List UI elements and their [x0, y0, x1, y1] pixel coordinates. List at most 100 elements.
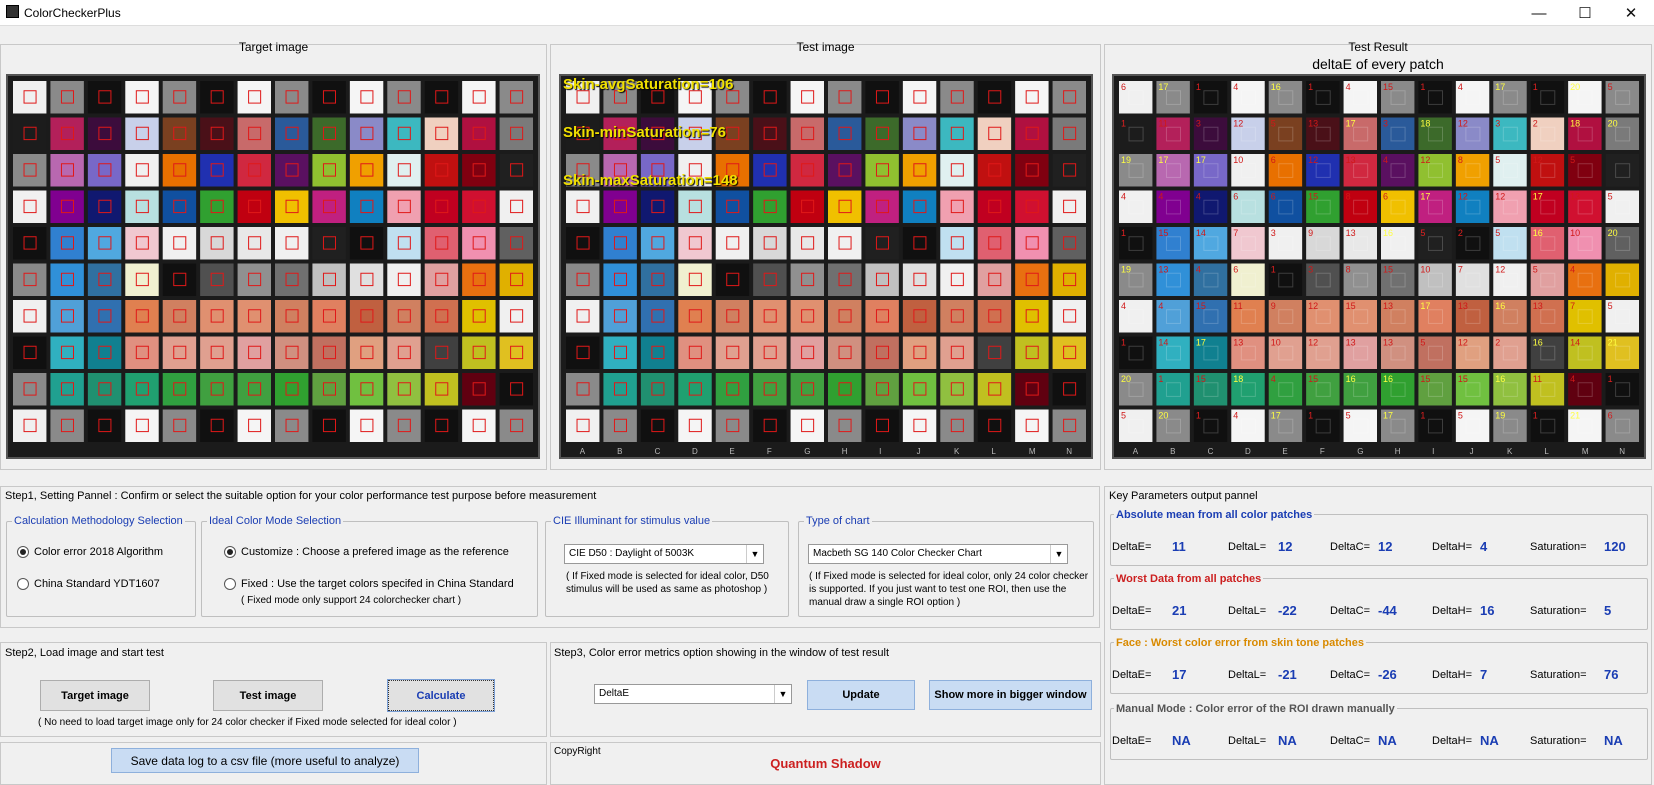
color-patch: [312, 373, 346, 406]
update-button[interactable]: Update: [807, 680, 915, 710]
kp-label-dc: DeltaC=: [1330, 541, 1371, 553]
color-patch: [125, 117, 159, 150]
color-patch: [865, 117, 899, 150]
color-patch: [162, 373, 197, 406]
calc-option-china[interactable]: China Standard YDT1607: [17, 578, 160, 591]
color-patch: [162, 409, 197, 442]
column-letter: M: [1582, 447, 1589, 456]
cie-select[interactable]: CIE D50 : Daylight of 5003K ▼: [564, 544, 764, 564]
color-patch: [977, 154, 1012, 187]
deltae-label: 9: [1308, 228, 1313, 238]
color-patch: [977, 117, 1012, 150]
deltae-label: 8: [1346, 265, 1351, 275]
deltae-label: 4: [1121, 192, 1126, 202]
show-more-button[interactable]: Show more in bigger window: [929, 680, 1092, 710]
color-patch: [200, 81, 234, 114]
color-patch: [566, 409, 600, 442]
deltae-label: 1: [1308, 411, 1313, 421]
radio-china[interactable]: [17, 578, 29, 591]
radio-customize[interactable]: [224, 546, 236, 559]
patch-inner: [1502, 236, 1518, 251]
color-patch: [424, 81, 459, 114]
minimize-button[interactable]: —: [1516, 0, 1562, 26]
deltae-label: 12: [1308, 338, 1318, 348]
color-patch: [275, 117, 309, 150]
patch-inner: [1540, 90, 1556, 105]
kp-label-sat: Saturation=: [1530, 541, 1587, 553]
color-patch: [753, 373, 787, 406]
patch-inner: [1540, 126, 1556, 142]
test-image-button[interactable]: Test image: [213, 680, 323, 711]
deltae-label: 12: [1308, 301, 1318, 311]
color-patch: [902, 190, 937, 223]
deltae-label: 6: [1233, 192, 1238, 202]
color-patch: [424, 117, 459, 150]
color-patch: [87, 227, 122, 260]
deltae-label: 5: [1608, 301, 1613, 311]
result-chart: 6 17 1 4 16 1 4 15 1 4 17 1 20 5 1 11 3 12 5 13 17 3 18 12 3 2 18 2…: [1112, 74, 1646, 459]
ideal-option-fixed[interactable]: Fixed : Use the target colors specifed i…: [224, 578, 514, 591]
chart-type-note: ( If Fixed mode is selected for ideal co…: [809, 571, 1089, 608]
color-patch: [349, 409, 384, 442]
color-patch: [312, 300, 346, 333]
color-patch: [462, 227, 496, 260]
color-patch: [715, 300, 750, 333]
patch-inner: [1615, 163, 1631, 178]
ideal-option-customize[interactable]: Customize : Choose a prefered image as t…: [224, 546, 509, 559]
chevron-down-icon: ▼: [1050, 545, 1067, 563]
target-image-button[interactable]: Target image: [40, 680, 150, 711]
deltae-label: 7: [1570, 301, 1575, 311]
kp-value-sat: 5: [1604, 603, 1612, 618]
close-button[interactable]: ✕: [1608, 0, 1654, 26]
patch-inner: [1203, 309, 1219, 324]
color-patch: [312, 263, 346, 296]
calc-option-2018[interactable]: Color error 2018 Algorithm: [17, 546, 163, 559]
patch-inner: [1128, 236, 1144, 251]
color-patch: [87, 300, 122, 333]
deltae-label: 20: [1570, 82, 1580, 92]
color-patch: [790, 227, 824, 260]
color-patch: [50, 117, 84, 150]
save-csv-button[interactable]: Save data log to a csv file (more useful…: [111, 748, 419, 773]
patch-inner: [1427, 126, 1443, 142]
patch-inner: [1577, 90, 1593, 105]
maximize-button[interactable]: ☐: [1562, 0, 1608, 26]
deltae-label: 10: [1233, 155, 1243, 165]
patch-inner: [1502, 126, 1518, 142]
chart-type-select[interactable]: Macbeth SG 140 Color Checker Chart ▼: [808, 544, 1068, 564]
deltae-label: 1: [1308, 82, 1313, 92]
color-patch: [424, 263, 459, 296]
color-patch: [349, 154, 384, 187]
deltae-label: 13: [1346, 338, 1356, 348]
color-patch: [902, 300, 937, 333]
patch-inner: [1128, 163, 1144, 178]
patch-inner: [1165, 309, 1181, 324]
color-patch: [715, 336, 750, 369]
color-patch: [424, 373, 459, 406]
deltae-label: 16: [1346, 374, 1356, 384]
ideal-option-customize-label: Customize : Choose a prefered image as t…: [241, 546, 509, 558]
color-patch: [50, 373, 84, 406]
deltae-label: 19: [1121, 155, 1131, 165]
color-patch: [977, 190, 1012, 223]
patch-inner: [1128, 418, 1144, 434]
metric-select[interactable]: DeltaE ▼: [594, 684, 792, 704]
patch-inner: [1353, 236, 1369, 251]
color-patch: [753, 300, 787, 333]
calculate-button[interactable]: Calculate: [387, 679, 495, 712]
radio-2018[interactable]: [17, 546, 29, 559]
color-patch: [678, 300, 712, 333]
color-patch: [1015, 263, 1049, 296]
column-letter: J: [917, 447, 921, 456]
color-patch: [125, 409, 159, 442]
deltae-label: 2: [1533, 119, 1538, 129]
color-patch: [566, 190, 600, 223]
color-patch: [790, 300, 824, 333]
deltae-label: 13: [1308, 119, 1318, 129]
kp-value-dh: 7: [1480, 667, 1488, 682]
patch-inner: [1540, 418, 1556, 434]
deltae-label: 1: [1420, 82, 1425, 92]
color-patch: [162, 336, 197, 369]
color-patch: [790, 117, 824, 150]
radio-fixed[interactable]: [224, 578, 236, 591]
